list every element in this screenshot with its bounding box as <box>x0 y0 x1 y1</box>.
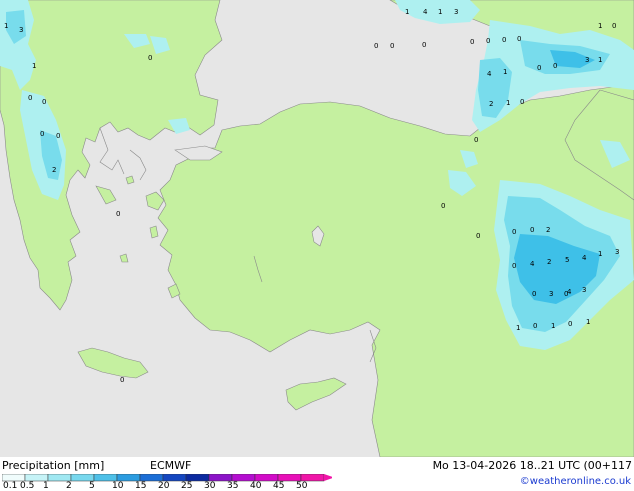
precip-label: 0 <box>390 42 394 50</box>
precip-label: 0 <box>470 38 474 46</box>
precip-label: 0 <box>56 132 60 140</box>
precip-label: 0 <box>512 228 516 236</box>
scale-swatch <box>185 474 210 482</box>
precip-label: 5 <box>565 256 569 264</box>
legend-title: Precipitation [mm] <box>2 459 105 472</box>
legend-footer: Precipitation [mm] ECMWF Mo 13-04-2026 1… <box>0 457 634 491</box>
precip-label: 0 <box>530 226 534 234</box>
precip-label: 0 <box>40 130 44 138</box>
precip-label: 0 <box>517 35 521 43</box>
precip-label: 0 <box>148 54 152 62</box>
scale-arrow <box>324 474 332 481</box>
valid-time: Mo 13-04-2026 18..21 UTC (00+117 <box>432 459 632 472</box>
precip-label: 1 <box>586 318 590 326</box>
precip-label: 0 <box>422 41 426 49</box>
precip-label: 4 <box>582 254 587 262</box>
precip-label: 0 <box>537 64 541 72</box>
map-canvas: 1 4 1 3 1 3 1 0 0 0 0 0 0 0 0 0 0 1 3 0 … <box>0 0 634 457</box>
precip-label: 3 <box>582 286 586 294</box>
precip-label: 3 <box>19 26 23 34</box>
precip-label: 0 <box>486 37 490 45</box>
precip-label: 1 <box>598 250 602 258</box>
precip-label: 2 <box>546 226 550 234</box>
precip-label: 4 <box>487 70 492 78</box>
precip-label: 0 <box>612 22 616 30</box>
scale-swatch <box>162 474 187 482</box>
precip-label: 4 <box>530 260 535 268</box>
precip-label: 1 <box>598 56 602 64</box>
precip-label: 1 <box>551 322 555 330</box>
scale-swatch <box>208 474 233 482</box>
precipitation-map: 1 4 1 3 1 3 1 0 0 0 0 0 0 0 0 0 0 1 3 0 … <box>0 0 634 457</box>
precip-label: 3 <box>615 248 619 256</box>
precip-label: 3 <box>585 56 589 64</box>
precip-label: 0 <box>28 94 32 102</box>
precip-label: 0 <box>116 210 120 218</box>
precip-label: 2 <box>489 100 493 108</box>
precip-label: 0 <box>441 202 445 210</box>
precip-label: 1 <box>405 8 409 16</box>
precip-label: 1 <box>503 68 507 76</box>
precip-label: 4 <box>423 8 428 16</box>
precip-label: 2 <box>547 258 551 266</box>
precip-label: 1 <box>516 324 520 332</box>
scale-swatch <box>116 474 141 482</box>
model-name: ECMWF <box>150 459 192 472</box>
scale-swatch <box>231 474 256 482</box>
precip-label: 0 <box>564 290 568 298</box>
scale-swatch <box>254 474 279 482</box>
scale-swatch <box>139 474 164 482</box>
precip-label: 0 <box>502 36 506 44</box>
precip-label: 0 <box>42 98 46 106</box>
precip-label: 1 <box>32 62 36 70</box>
scale-swatch <box>300 474 325 482</box>
precip-label: 0 <box>476 232 480 240</box>
scale-swatch <box>277 474 302 482</box>
precip-label: 3 <box>454 8 458 16</box>
scale-swatch <box>2 474 26 482</box>
precip-label: 3 <box>549 290 553 298</box>
credit-link[interactable]: ©weatheronline.co.uk <box>520 476 631 487</box>
precip-label: 0 <box>512 262 516 270</box>
scale-swatch <box>93 474 118 482</box>
precip-label: 0 <box>533 322 537 330</box>
precip-label: 2 <box>52 166 56 174</box>
precip-label: 0 <box>532 290 536 298</box>
precip-label: 0 <box>568 320 572 328</box>
precip-label: 0 <box>520 98 524 106</box>
precip-label: 0 <box>553 62 557 70</box>
scale-swatch <box>24 474 49 482</box>
precip-label: 0 <box>474 136 478 144</box>
precip-label: 1 <box>438 8 442 16</box>
precip-label: 1 <box>4 22 8 30</box>
precip-label: 0 <box>374 42 378 50</box>
scale-swatch <box>47 474 72 482</box>
scale-swatch <box>70 474 95 482</box>
precip-label: 1 <box>506 99 510 107</box>
precip-label: 0 <box>120 376 124 384</box>
precip-label: 1 <box>598 22 602 30</box>
